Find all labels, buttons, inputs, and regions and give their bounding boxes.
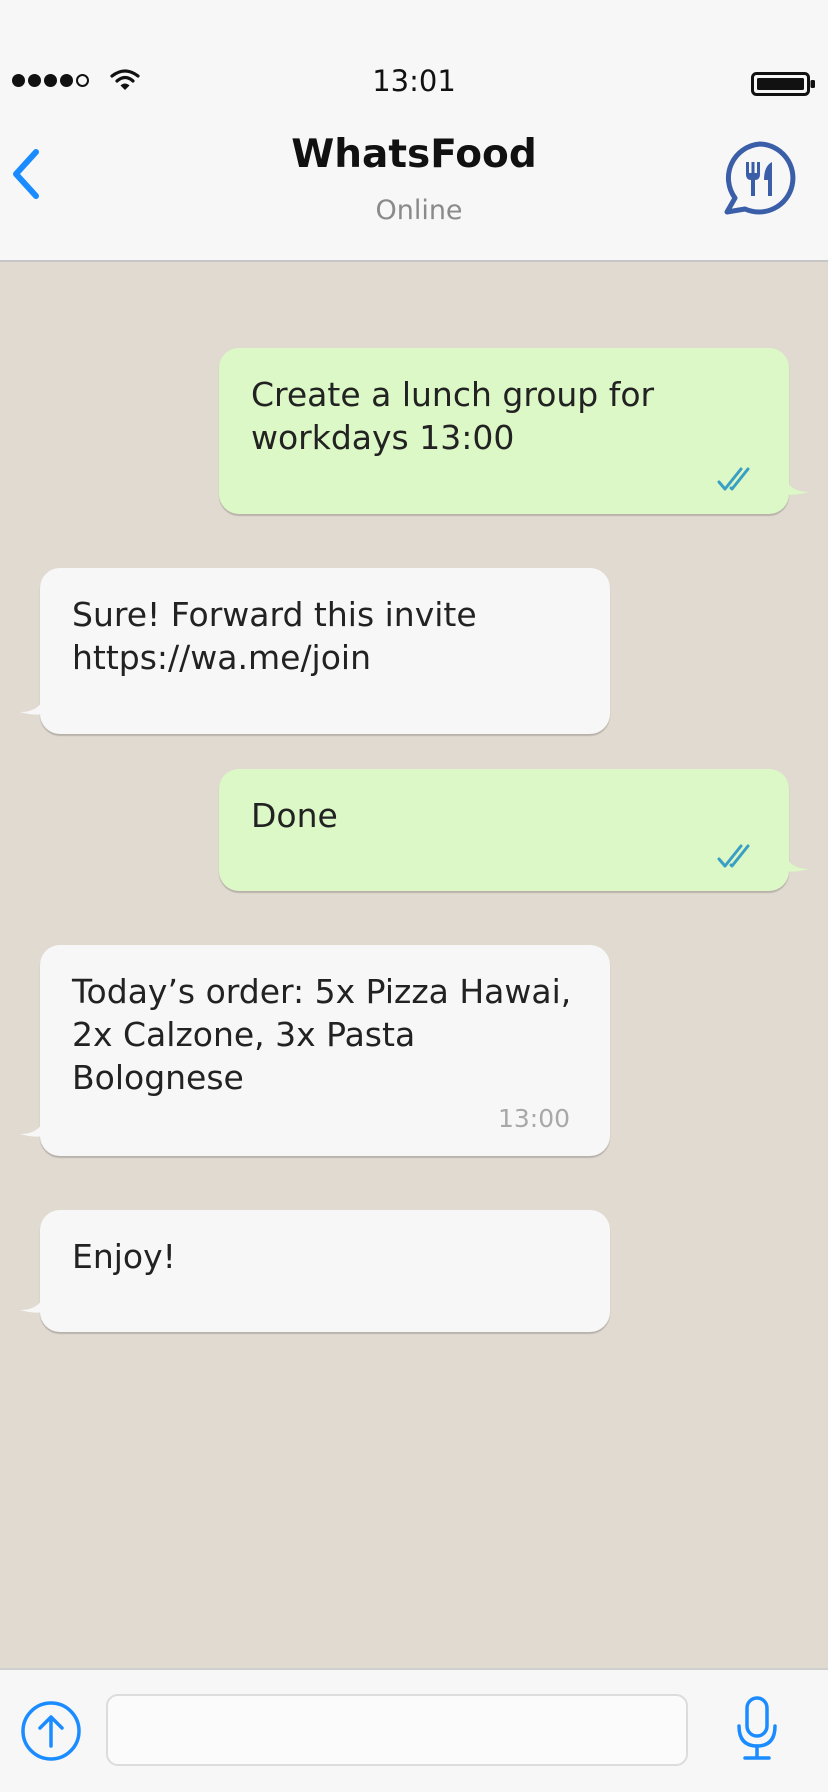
arrow-up-circle-icon[interactable] bbox=[20, 1700, 82, 1762]
top-bar: 13:01 WhatsFood Online bbox=[0, 0, 828, 262]
message-bubble-outgoing[interactable]: Create a lunch group for workdays 13:00 bbox=[219, 348, 809, 514]
composer-bar bbox=[0, 1668, 828, 1792]
double-check-icon bbox=[717, 467, 750, 491]
message-text: Today’s order: 5x Pizza Hawai, 2x Calzon… bbox=[72, 972, 572, 1097]
message-bubble-incoming[interactable]: Today’s order: 5x Pizza Hawai, 2x Calzon… bbox=[20, 945, 610, 1156]
chat-title: WhatsFood bbox=[291, 132, 537, 177]
bubble-tail bbox=[20, 692, 46, 715]
message-bubble-outgoing[interactable]: Done bbox=[219, 769, 809, 891]
bubble-tail bbox=[783, 472, 809, 495]
message-text: Enjoy! bbox=[72, 1237, 176, 1276]
message-text: Done bbox=[251, 796, 338, 835]
bubble-tail bbox=[20, 1290, 46, 1313]
message-text: Sure! Forward this invite https://wa.me/… bbox=[72, 595, 477, 677]
chat-status: Online bbox=[375, 195, 463, 226]
battery-icon bbox=[751, 72, 815, 96]
fork-knife-chat-icon[interactable] bbox=[722, 140, 798, 216]
message-text: Create a lunch group for workdays 13:00 bbox=[251, 375, 655, 457]
message-input[interactable] bbox=[106, 1694, 688, 1766]
message-time: 13:00 bbox=[497, 1104, 570, 1133]
double-check-icon bbox=[717, 844, 750, 868]
microphone-icon[interactable] bbox=[734, 1694, 780, 1764]
bubble-tail bbox=[20, 1114, 46, 1137]
message-bubble-incoming[interactable]: Sure! Forward this invite https://wa.me/… bbox=[20, 568, 610, 734]
bubble-tail bbox=[783, 849, 809, 872]
message-bubble-incoming[interactable]: Enjoy! bbox=[20, 1210, 610, 1332]
status-time: 13:01 bbox=[372, 64, 456, 98]
